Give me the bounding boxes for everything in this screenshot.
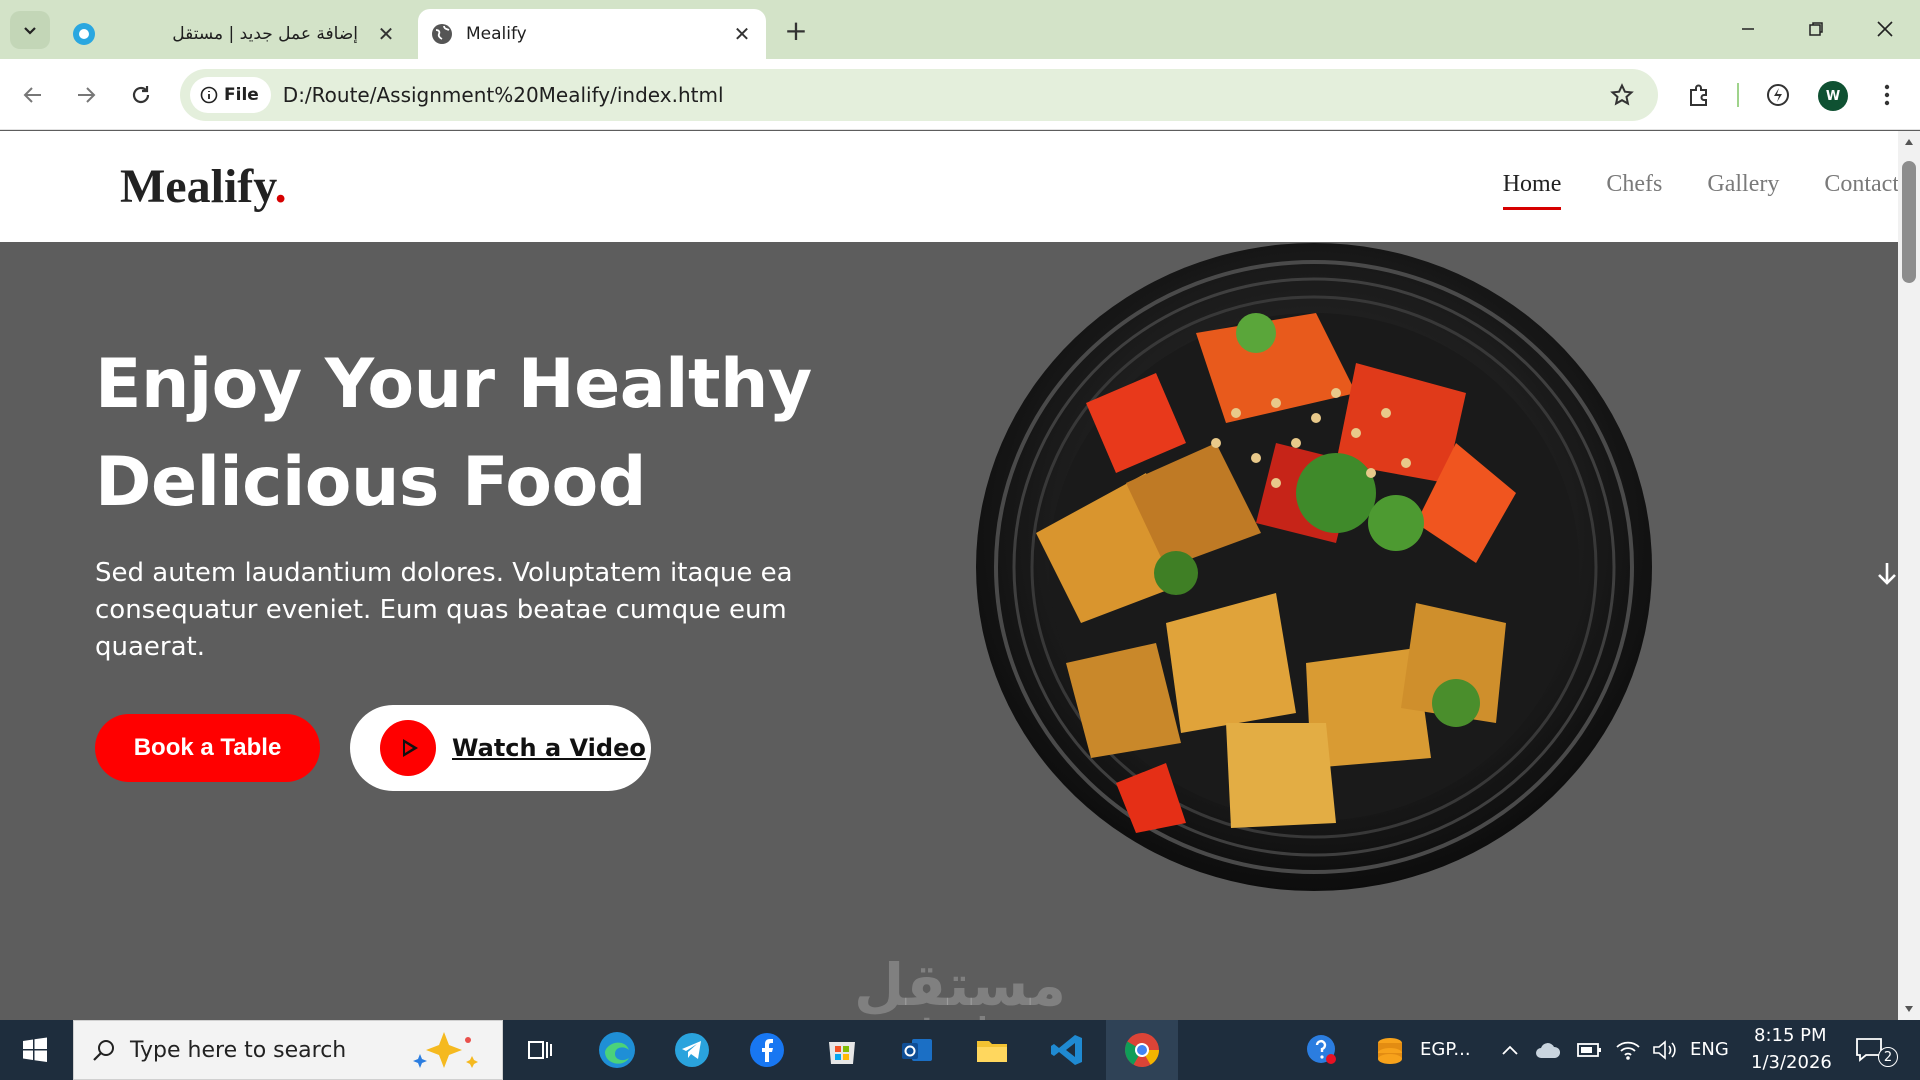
watch-video-button[interactable]: Watch a Video: [350, 705, 651, 791]
file-explorer-icon[interactable]: [970, 1028, 1014, 1072]
language-indicator[interactable]: ENG: [1690, 1039, 1729, 1060]
chevron-down-icon: [24, 27, 36, 35]
windows-taskbar: Type here to search EGP... ENG 8:15 PM 1…: [0, 1020, 1920, 1080]
browser-menu-button[interactable]: [1868, 76, 1906, 114]
book-table-button[interactable]: Book a Table: [95, 714, 320, 782]
scrollbar-thumb[interactable]: [1902, 161, 1916, 283]
scroll-up-icon[interactable]: [1902, 135, 1916, 149]
page-scrollbar[interactable]: [1898, 131, 1920, 1020]
puzzle-icon: [1690, 84, 1707, 106]
site-header: Mealify. Home Chefs Gallery Contact: [0, 131, 1898, 242]
scroll-down-icon[interactable]: [1902, 1002, 1916, 1016]
copilot-sparkle-icon: [413, 1032, 479, 1068]
windows-logo-icon: [23, 1037, 47, 1062]
arrow-right-icon: [78, 87, 96, 103]
back-button[interactable]: [14, 76, 52, 114]
search-icon: [93, 1040, 114, 1061]
tab-mealify[interactable]: Mealify ✕: [418, 9, 766, 59]
currency-coins-icon[interactable]: [1368, 1028, 1412, 1072]
reload-button[interactable]: [122, 76, 160, 114]
hero-title: Enjoy Your Healthy Delicious Food: [95, 336, 815, 532]
tab-title: Mealify: [466, 24, 527, 44]
facebook-icon[interactable]: [745, 1028, 789, 1072]
outlook-icon[interactable]: [895, 1028, 939, 1072]
arrow-left-icon: [23, 87, 41, 103]
search-placeholder: Type here to search: [130, 1037, 347, 1063]
profile-avatar[interactable]: W: [1818, 81, 1848, 111]
nav-item-contact[interactable]: Contact: [1824, 171, 1898, 198]
page-viewport: Mealify. Home Chefs Gallery Contact Enjo…: [0, 131, 1898, 1020]
onedrive-cloud-icon[interactable]: [1532, 1028, 1564, 1072]
more-vertical-icon: [1884, 84, 1890, 106]
hero-title-line-2: Delicious Food: [95, 443, 646, 522]
task-view-icon[interactable]: [518, 1028, 562, 1072]
nav-item-gallery[interactable]: Gallery: [1707, 171, 1779, 198]
extensions-button[interactable]: [1680, 76, 1718, 114]
main-nav: Home Chefs Gallery Contact: [1502, 171, 1898, 210]
volume-icon[interactable]: [1648, 1028, 1680, 1072]
globe-icon: [430, 22, 454, 46]
bookmark-star-icon[interactable]: [1606, 79, 1638, 111]
microsoft-store-icon[interactable]: [820, 1028, 864, 1072]
taskbar-search-box[interactable]: Type here to search: [73, 1020, 503, 1080]
address-bar[interactable]: File D:/Route/Assignment%20Mealify/index…: [180, 69, 1658, 121]
toolbar-separator: [1737, 83, 1739, 107]
telegram-icon[interactable]: [670, 1028, 714, 1072]
edge-browser-icon[interactable]: [595, 1028, 639, 1072]
site-info-chip[interactable]: File: [190, 77, 271, 113]
help-question-icon[interactable]: [1300, 1028, 1344, 1072]
url-text[interactable]: D:/Route/Assignment%20Mealify/index.html: [283, 83, 724, 107]
wifi-icon[interactable]: [1612, 1028, 1644, 1072]
clock-time[interactable]: 8:15 PM: [1754, 1025, 1827, 1046]
nav-item-home[interactable]: Home: [1502, 171, 1561, 210]
minimize-button[interactable]: [1723, 8, 1773, 50]
vscode-icon[interactable]: [1045, 1028, 1089, 1072]
battery-icon[interactable]: [1574, 1028, 1606, 1072]
chrome-icon[interactable]: [1120, 1028, 1164, 1072]
food-plate-image: [976, 243, 1652, 891]
browser-tab-strip: إضافة عمل جديد | مستقل ✕ Mealify ✕ +: [0, 0, 1920, 59]
tab-title: إضافة عمل جديد | مستقل: [172, 24, 358, 44]
start-button[interactable]: [0, 1020, 70, 1080]
logo-text: Mealify: [120, 160, 275, 213]
minimize-icon: [1742, 28, 1754, 30]
nav-item-chefs[interactable]: Chefs: [1606, 171, 1662, 198]
notification-count-badge: 2: [1878, 1047, 1898, 1067]
info-icon: [200, 86, 218, 104]
close-tab-icon[interactable]: ✕: [728, 20, 756, 48]
play-icon: [380, 720, 436, 776]
arrow-down-icon[interactable]: [1876, 561, 1898, 591]
chevron-up-icon[interactable]: [1498, 1028, 1522, 1072]
tab-search-button[interactable]: [10, 11, 50, 49]
site-logo[interactable]: Mealify.: [120, 159, 287, 214]
close-icon: [1877, 21, 1893, 37]
tab-mostaql[interactable]: إضافة عمل جديد | مستقل ✕: [60, 9, 410, 59]
restore-button[interactable]: [1791, 8, 1841, 50]
restore-icon: [1809, 22, 1823, 36]
close-window-button[interactable]: [1860, 8, 1910, 50]
logo-dot: .: [274, 160, 287, 213]
reload-icon: [132, 86, 150, 104]
new-tab-button[interactable]: +: [780, 14, 812, 47]
browser-toolbar: File D:/Route/Assignment%20Mealify/index…: [0, 59, 1920, 130]
forward-button[interactable]: [67, 76, 105, 114]
close-tab-icon[interactable]: ✕: [372, 20, 400, 48]
performance-button[interactable]: [1759, 76, 1797, 114]
site-info-label: File: [224, 85, 259, 105]
hero-title-line-1: Enjoy Your Healthy: [95, 345, 812, 424]
hero-description: Sed autem laudantium dolores. Voluptatem…: [95, 558, 793, 662]
clock-date[interactable]: 1/3/2026: [1751, 1052, 1832, 1073]
mostaql-favicon-icon: [72, 22, 96, 46]
speedometer-icon: [1767, 84, 1789, 106]
currency-label[interactable]: EGP...: [1420, 1039, 1471, 1060]
watch-video-label: Watch a Video: [452, 734, 646, 762]
